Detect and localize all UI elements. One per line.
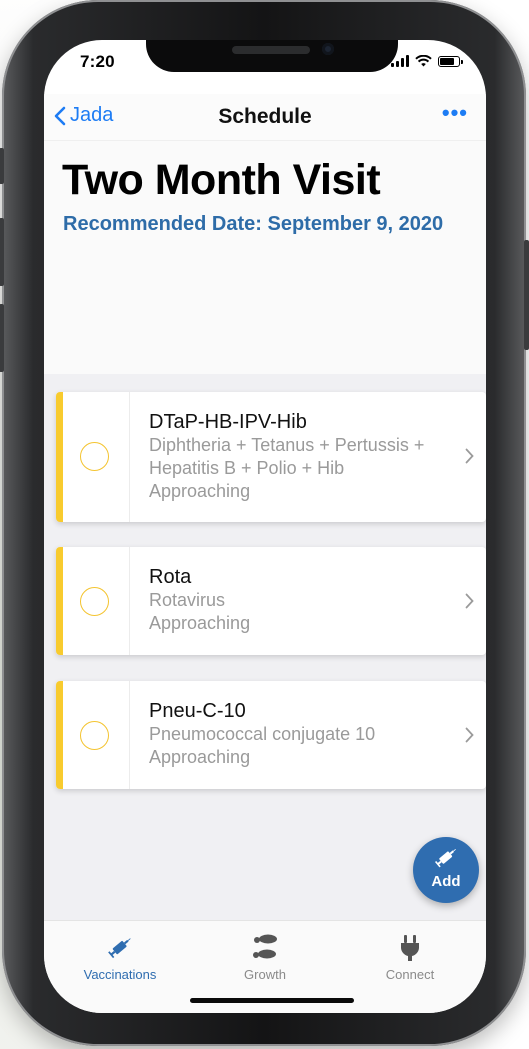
vaccine-name: Rota [149, 566, 192, 588]
recommended-date: Recommended Date: September 9, 2020 [63, 213, 444, 235]
more-options-button[interactable]: ••• [442, 100, 468, 126]
status-circle-icon[interactable] [80, 721, 109, 750]
status-cell [63, 547, 130, 655]
vaccine-info: Pneu-C-10 Pneumococcal conjugate 10 Appr… [149, 699, 449, 769]
notch [146, 40, 398, 72]
speaker-grille [232, 46, 310, 54]
syringe-icon [435, 848, 456, 868]
vaccine-description: Rotavirus [149, 590, 226, 610]
plug-icon [401, 935, 419, 961]
vaccine-info: DTaP-HB-IPV-Hib Diphtheria + Tetanus + P… [149, 410, 449, 503]
vaccine-info: Rota Rotavirus Approaching [149, 565, 449, 635]
syringe-icon [108, 938, 131, 959]
status-cell [63, 392, 130, 522]
visit-title: Two Month Visit [62, 156, 381, 204]
chevron-right-icon [465, 448, 474, 464]
add-label: Add [431, 873, 461, 890]
vaccine-name: DTaP-HB-IPV-Hib [149, 411, 307, 433]
power-button [524, 240, 529, 350]
vaccine-list: DTaP-HB-IPV-Hib Diphtheria + Tetanus + P… [44, 374, 486, 921]
mute-switch [0, 148, 4, 184]
tab-label: Vaccinations [83, 967, 157, 982]
tab-growth[interactable]: Growth [191, 931, 339, 982]
tab-label: Connect [385, 967, 435, 982]
vaccine-status: Approaching [149, 481, 251, 501]
volume-down-button [0, 304, 4, 372]
home-indicator[interactable] [190, 998, 354, 1003]
status-icons [391, 55, 463, 67]
phone-screen: 7:20 Jada Schedule ••• Two Month Visit R… [44, 40, 486, 1013]
status-stripe [56, 681, 63, 789]
page-title: Schedule [218, 105, 312, 128]
tab-label: Growth [244, 967, 286, 982]
volume-up-button [0, 218, 4, 286]
footprints-icon [253, 934, 277, 959]
navigation-bar: Jada Schedule ••• [44, 94, 486, 141]
chevron-right-icon [465, 593, 474, 609]
vaccine-status: Approaching [149, 747, 251, 767]
wifi-icon [415, 55, 432, 67]
vaccine-name: Pneu-C-10 [149, 700, 246, 722]
tab-vaccinations[interactable]: Vaccinations [46, 931, 194, 982]
status-circle-icon[interactable] [80, 442, 109, 471]
vaccine-description: Diphtheria + Tetanus + Pertussis + Hepat… [149, 435, 425, 478]
battery-icon [438, 56, 463, 67]
status-cell [63, 681, 130, 789]
phone-frame: 7:20 Jada Schedule ••• Two Month Visit R… [0, 0, 529, 1046]
status-stripe [56, 547, 63, 655]
vaccine-card[interactable]: Pneu-C-10 Pneumococcal conjugate 10 Appr… [56, 681, 486, 789]
status-stripe [56, 392, 63, 522]
chevron-right-icon [465, 727, 474, 743]
status-circle-icon[interactable] [80, 587, 109, 616]
vaccine-status: Approaching [149, 613, 251, 633]
vaccine-description: Pneumococcal conjugate 10 [149, 724, 376, 744]
tab-connect[interactable]: Connect [336, 931, 484, 982]
vaccine-card[interactable]: DTaP-HB-IPV-Hib Diphtheria + Tetanus + P… [56, 392, 486, 522]
front-camera [322, 43, 334, 55]
add-vaccination-button[interactable]: Add [413, 837, 479, 903]
status-time: 7:20 [80, 52, 115, 71]
vaccine-card[interactable]: Rota Rotavirus Approaching [56, 547, 486, 655]
